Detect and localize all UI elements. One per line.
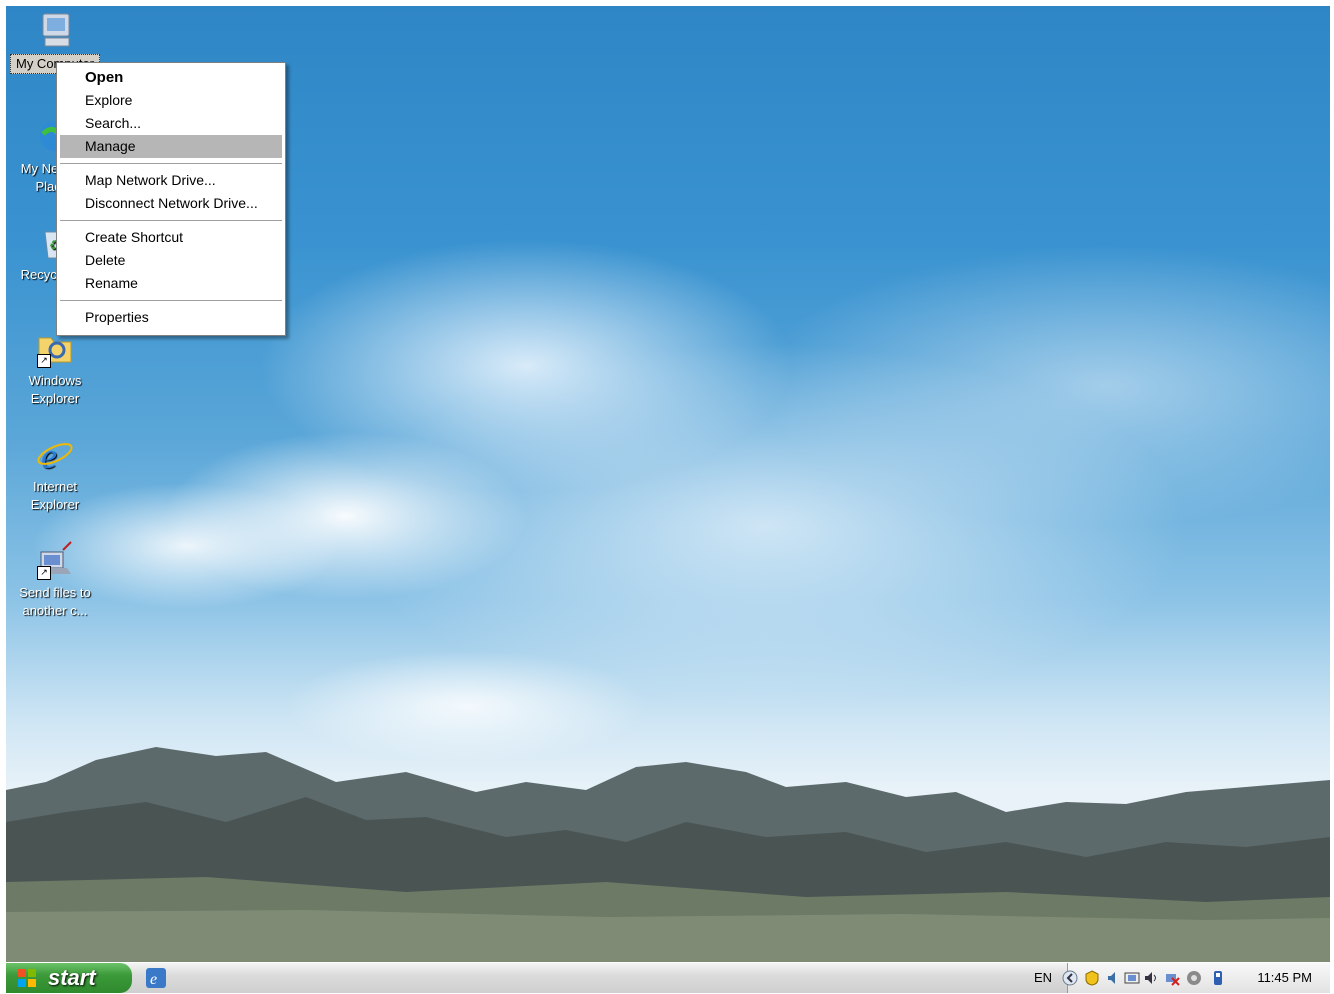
usb-remove-icon[interactable] (1210, 970, 1226, 986)
desktop-icon-label: Internet Explorer (30, 479, 80, 512)
wallpaper-mountains (6, 747, 1330, 962)
menu-item-properties[interactable]: Properties (60, 306, 282, 329)
antivirus-icon[interactable] (1186, 970, 1202, 986)
network-icon[interactable] (1124, 970, 1140, 986)
menu-item-manage[interactable]: Manage (60, 135, 282, 158)
taskbar: start e EN 11:45 PM (6, 962, 1330, 993)
clock[interactable]: 11:45 PM (1257, 970, 1312, 985)
desktop-icon-internet-explorer[interactable]: e Internet Explorer (10, 434, 100, 514)
shortcut-arrow-icon: ↗ (37, 566, 51, 580)
start-button[interactable]: start (6, 963, 132, 993)
show-hidden-icons-icon[interactable] (1062, 970, 1078, 986)
security-alert-icon[interactable] (1084, 970, 1100, 986)
speaker-icon[interactable] (1106, 970, 1122, 986)
menu-item-open[interactable]: Open (60, 66, 282, 89)
menu-item-explore[interactable]: Explore (60, 89, 282, 112)
menu-item-disconnect-network-drive[interactable]: Disconnect Network Drive... (60, 192, 282, 215)
language-indicator[interactable]: EN (1034, 970, 1052, 985)
context-menu: Open Explore Search... Manage Map Networ… (56, 62, 286, 336)
system-tray: EN 11:45 PM (1034, 963, 1330, 993)
disconnected-network-icon[interactable] (1164, 970, 1180, 986)
menu-item-search[interactable]: Search... (60, 112, 282, 135)
start-label: start (48, 965, 96, 990)
desktop-icon-send-files[interactable]: ↗ Send files to another c... (10, 540, 100, 620)
windows-flag-icon (18, 969, 36, 987)
quicklaunch-ie-icon[interactable]: e (146, 968, 166, 988)
svg-text:e: e (41, 436, 57, 474)
menu-separator (60, 163, 282, 164)
menu-item-rename[interactable]: Rename (60, 272, 282, 295)
menu-item-map-network-drive[interactable]: Map Network Drive... (60, 169, 282, 192)
menu-separator (60, 220, 282, 221)
menu-item-delete[interactable]: Delete (60, 249, 282, 272)
volume-icon[interactable] (1144, 970, 1160, 986)
menu-item-create-shortcut[interactable]: Create Shortcut (60, 226, 282, 249)
shortcut-arrow-icon: ↗ (37, 354, 51, 368)
internet-explorer-icon: e (35, 434, 75, 476)
desktop-icon-label: Windows Explorer (28, 373, 82, 406)
laptop-transfer-icon: ↗ (35, 540, 75, 580)
desktop-icon-windows-explorer[interactable]: ↗ Windows Explorer (10, 328, 100, 408)
my-computer-icon (35, 10, 75, 50)
svg-text:e: e (150, 971, 157, 988)
menu-separator (60, 300, 282, 301)
desktop-icon-label: Send files to another c... (19, 585, 91, 618)
